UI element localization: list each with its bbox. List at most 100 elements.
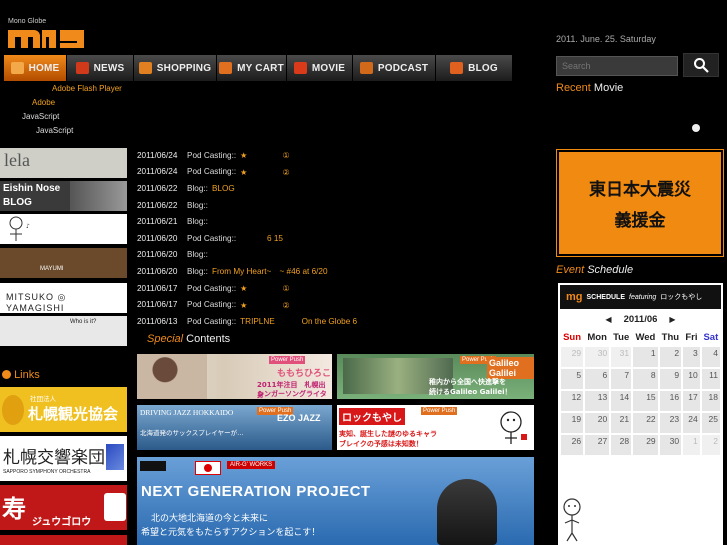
news-title-link[interactable]: ★ ② — [240, 299, 290, 311]
calendar-day[interactable]: 17 — [683, 391, 700, 411]
earthquake-donation-banner[interactable]: 東日本大震災 義援金 — [556, 149, 724, 257]
calendar-day[interactable]: 10 — [683, 369, 700, 389]
news-item[interactable]: 2011/06/22 Blog:: — [137, 197, 537, 214]
calendar-day[interactable]: 7 — [611, 369, 632, 389]
calendar-day[interactable]: 23 — [659, 413, 682, 433]
sapporo-symphony-banner[interactable]: 札幌交響楽団 SAPPORO SYMPHONY ORCHESTRA — [0, 436, 127, 481]
nav-news[interactable]: NEWS — [67, 55, 134, 81]
sapporo-tourism-banner[interactable]: 社団法人 札幌観光協会 — [0, 387, 127, 432]
calendar-day[interactable]: 1 — [633, 347, 658, 367]
calendar-day[interactable]: 6 — [585, 369, 610, 389]
news-title-link[interactable]: ★ ① — [240, 149, 290, 161]
nav-blog[interactable]: BLOG — [436, 55, 513, 81]
news-title-link[interactable]: ★ ② — [240, 166, 290, 178]
calendar-day[interactable]: 4 — [701, 347, 720, 367]
driving-jazz-tile[interactable]: DRIVING JAZZ HOKKAIDO Power Push EZO JAZ… — [137, 405, 332, 450]
calendar-day[interactable]: 29 — [561, 347, 584, 367]
calendar-day[interactable]: 13 — [585, 391, 610, 411]
nav-home[interactable]: HOME — [4, 55, 67, 81]
adobe-link[interactable]: Adobe — [32, 98, 55, 107]
event-calendar: mg SCHEDULE featuring ロックもやし ◀ 2011/06 ▶… — [558, 283, 723, 545]
eishin-nose-blog-banner[interactable]: BLOG Eishin Nose — [0, 181, 127, 212]
calendar-day[interactable]: 11 — [701, 369, 720, 389]
news-item[interactable]: 2011/06/20 Blog:: — [137, 247, 537, 264]
mayumi-banner[interactable]: MAYUMI — [0, 248, 127, 279]
nav-movie[interactable]: MOVIE — [287, 55, 353, 81]
podcast-icon — [359, 62, 373, 74]
news-item[interactable]: 2011/06/17 Pod Casting:: ★ ② — [137, 296, 537, 313]
jugoroh-banner[interactable]: 寿 ジュウゴロウ — [0, 485, 127, 530]
news-item[interactable]: 2011/06/24 Pod Casting:: ★ ① — [137, 147, 537, 164]
news-title-link[interactable]: 6 15 — [240, 232, 283, 244]
nav-label: MOVIE — [311, 62, 346, 74]
logo-caption: Mono Globe — [8, 18, 47, 25]
calendar-day[interactable]: 31 — [611, 347, 632, 367]
search-button[interactable] — [683, 53, 719, 77]
news-title-link[interactable]: ★ ① — [240, 282, 290, 294]
character-banner[interactable]: ♪ — [0, 214, 127, 245]
movie-player-dot[interactable] — [692, 124, 700, 132]
link-banner-partial[interactable] — [0, 535, 127, 545]
who-is-banner[interactable]: Who is it? — [0, 316, 127, 347]
news-item[interactable]: 2011/06/22 Blog:: BLOG — [137, 180, 537, 197]
calendar-header: mg SCHEDULE featuring ロックもやし — [560, 285, 721, 309]
calendar-prev-button[interactable]: ◀ — [605, 315, 611, 324]
calendar-day[interactable]: 29 — [633, 435, 658, 455]
calendar-day[interactable]: 14 — [611, 391, 632, 411]
calendar-day[interactable]: 2 — [659, 347, 682, 367]
news-category: Pod Casting:: — [187, 316, 237, 326]
calendar-day[interactable]: 24 — [683, 413, 700, 433]
rokku-moyashi-tile[interactable]: ロックもやし Power Push 実知、誕生した謎のゆるキャラ ブレイクの予感… — [337, 405, 534, 450]
calendar-day[interactable]: 1 — [683, 435, 700, 455]
calendar-day[interactable]: 30 — [585, 347, 610, 367]
news-list: 2011/06/24 Pod Casting:: ★ ① 2011/06/24 Pod … — [137, 147, 537, 330]
news-item[interactable]: 2011/06/13 Pod Casting:: TRIPLNE On the Gl… — [137, 313, 537, 330]
nav-label: MY CART — [237, 62, 284, 74]
next-generation-project-banner[interactable]: AIR-G' WORKS NEXT GENERATION PROJECT 北の大… — [137, 457, 534, 545]
calendar-next-button[interactable]: ▶ — [669, 315, 675, 324]
calendar-weekday: Wed — [635, 332, 656, 343]
news-title-link[interactable]: BLOG — [212, 184, 235, 193]
calendar-day[interactable]: 8 — [633, 369, 658, 389]
calendar-day[interactable]: 9 — [659, 369, 682, 389]
news-item[interactable]: 2011/06/20 Blog:: From My Heart~ ~ #46 at … — [137, 263, 537, 280]
calendar-day[interactable]: 15 — [633, 391, 658, 411]
nav-podcast[interactable]: PODCAST — [353, 55, 436, 81]
news-date: 2011/06/24 — [137, 150, 178, 160]
calendar-day[interactable]: 30 — [659, 435, 682, 455]
calendar-day[interactable]: 21 — [611, 413, 632, 433]
news-item[interactable]: 2011/06/17 Pod Casting:: ★ ① — [137, 280, 537, 297]
flash-player-link[interactable]: Adobe Flash Player — [52, 84, 122, 93]
calendar-day[interactable]: 20 — [585, 413, 610, 433]
calendar-day[interactable]: 25 — [701, 413, 720, 433]
news-title-link[interactable]: From My Heart~ ~ #46 at 6/20 — [212, 265, 328, 277]
calendar-day[interactable]: 22 — [633, 413, 658, 433]
galileo-galilei-tile[interactable]: Power Push Galileo Galilei 稚内から全国へ快進撃を 続… — [337, 354, 534, 399]
news-item[interactable]: 2011/06/20 Pod Casting:: 6 15 — [137, 230, 537, 247]
calendar-day[interactable]: 19 — [561, 413, 584, 433]
nav-my-cart[interactable]: MY CART — [217, 55, 287, 81]
calendar-day[interactable]: 5 — [561, 369, 584, 389]
calendar-day[interactable]: 28 — [611, 435, 632, 455]
calendar-day[interactable]: 26 — [561, 435, 584, 455]
mono-globe-logo[interactable] — [8, 26, 88, 48]
calendar-grid: Sun Mon Tue Wed Thu Fri Sat 29 30 31 1 2 3 4 5 6 7 8 9 10 1… — [559, 328, 722, 457]
mitsuko-yamagishi-banner[interactable]: MITSUKO ◎ YAMAGISHI — [0, 283, 127, 314]
news-title-link[interactable]: TRIPLNE On the Globe 6 — [240, 315, 357, 327]
cart-icon — [219, 62, 233, 74]
calendar-day[interactable]: 3 — [683, 347, 700, 367]
event-schedule-title: Event Schedule — [556, 264, 634, 276]
current-date: 2011. June. 25. Saturday — [556, 34, 656, 44]
news-date: 2011/06/17 — [137, 283, 178, 293]
calendar-day[interactable]: 2 — [701, 435, 720, 455]
calendar-day[interactable]: 12 — [561, 391, 584, 411]
calendar-day[interactable]: 18 — [701, 391, 720, 411]
news-item[interactable]: 2011/06/24 Pod Casting:: ★ ② — [137, 164, 537, 181]
search-input[interactable] — [556, 56, 678, 76]
calendar-day[interactable]: 27 — [585, 435, 610, 455]
news-item[interactable]: 2011/06/21 Blog:: — [137, 213, 537, 230]
nav-shopping[interactable]: SHOPPING — [134, 55, 217, 81]
momochi-hiroko-tile[interactable]: Power Push ももちひろこ 2011年注目 札幌出身 シンガーソングライ… — [137, 354, 332, 399]
lela-banner[interactable]: lela — [0, 148, 127, 179]
calendar-day[interactable]: 16 — [659, 391, 682, 411]
